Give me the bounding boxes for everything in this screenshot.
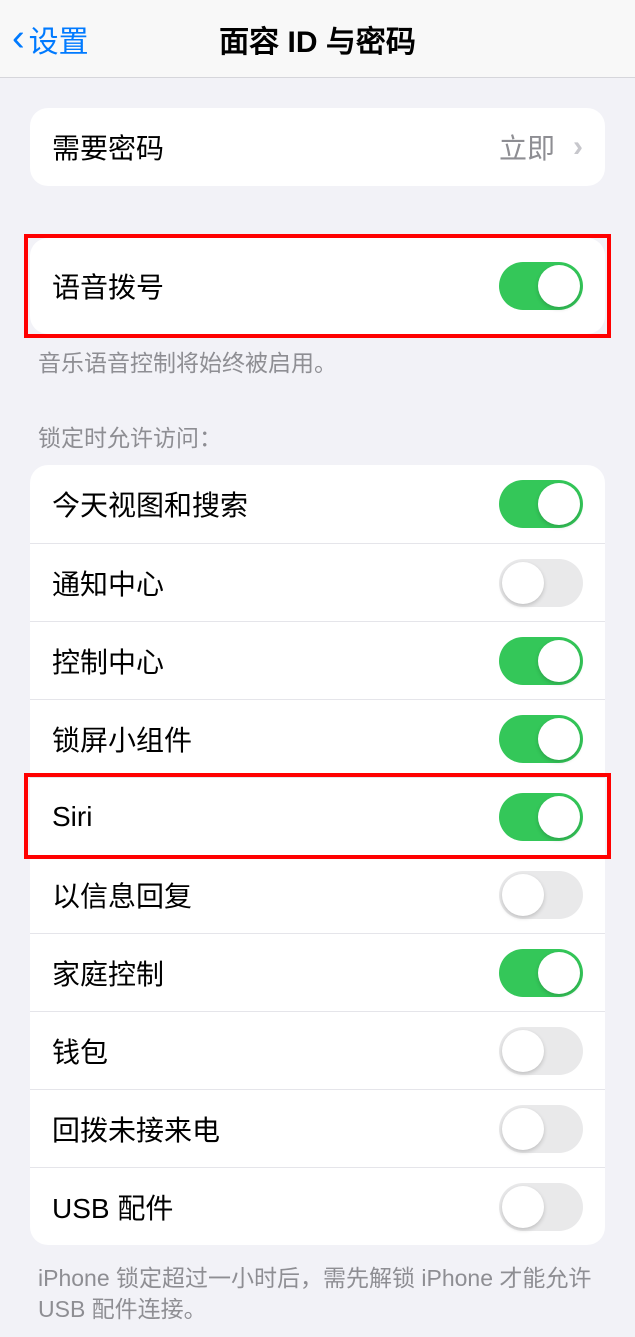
usb-accessories-row: USB 配件 [30,1167,605,1245]
voice-dial-footer: 音乐语音控制将始终被启用。 [38,348,597,379]
toggle-switch[interactable] [499,1183,583,1231]
cell-label: 控制中心 [52,641,164,681]
voice-dial-row: 语音拨号 [30,238,605,334]
chevron-left-icon: ‹ [12,17,25,60]
cell-label: Siri [52,801,92,833]
lock-section-header: 锁定时允许访问： [38,419,597,453]
toggle-switch[interactable] [499,871,583,919]
lock-access-group: 今天视图和搜索通知中心控制中心锁屏小组件 Siri 以信息回复家庭控制钱包回拨未接来… [30,465,605,1245]
reply-with-message-row: 以信息回复 [30,855,605,933]
chevron-right-icon: › [573,130,583,164]
siri-row: Siri [30,777,605,855]
page-title: 面容 ID 与密码 [0,17,635,61]
screen: { "header": { "back_label": "设置", "title… [0,0,635,1325]
toggle-switch[interactable] [499,793,583,841]
home-control-row: 家庭控制 [30,933,605,1011]
cell-label: 回拨未接来电 [52,1109,220,1149]
cell-value: 立即 [499,127,555,167]
lockscreen-widgets-row: 锁屏小组件 [30,699,605,777]
today-view-row: 今天视图和搜索 [30,465,605,543]
lock-section-footer: iPhone 锁定超过一小时后，需先解锁 iPhone 才能允许 USB 配件连… [38,1263,597,1325]
back-label: 设置 [29,17,89,61]
toggle-switch[interactable] [499,715,583,763]
voice-dial-toggle[interactable] [499,262,583,310]
nav-header: ‹ 设置 面容 ID 与密码 [0,0,635,78]
cell-label: USB 配件 [52,1187,173,1227]
cell-label: 家庭控制 [52,953,164,993]
cell-label: 通知中心 [52,563,164,603]
return-missed-calls-row: 回拨未接来电 [30,1089,605,1167]
toggle-switch[interactable] [499,949,583,997]
cell-right: 立即 › [499,127,583,167]
toggle-switch[interactable] [499,1105,583,1153]
wallet-row: 钱包 [30,1011,605,1089]
toggle-switch[interactable] [499,480,583,528]
require-passcode-group: 需要密码 立即 › [30,108,605,186]
cell-label: 锁屏小组件 [52,719,192,759]
cell-label: 需要密码 [52,127,164,167]
toggle-switch[interactable] [499,559,583,607]
voice-dial-group: 语音拨号 [30,238,605,334]
control-center-row: 控制中心 [30,621,605,699]
require-passcode-row[interactable]: 需要密码 立即 › [30,108,605,186]
cell-label: 以信息回复 [52,875,192,915]
toggle-switch[interactable] [499,637,583,685]
notification-center-row: 通知中心 [30,543,605,621]
toggle-switch[interactable] [499,1027,583,1075]
cell-label: 语音拨号 [52,266,164,306]
back-button[interactable]: ‹ 设置 [12,17,89,61]
cell-label: 钱包 [52,1031,108,1071]
cell-label: 今天视图和搜索 [52,484,248,524]
